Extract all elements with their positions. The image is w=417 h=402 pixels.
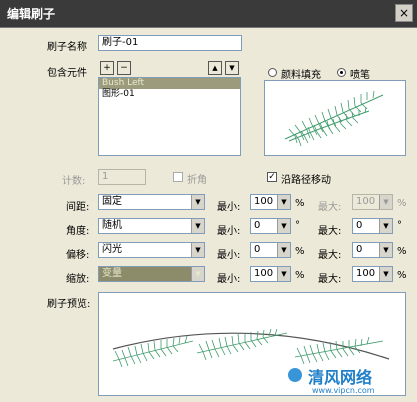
move-down-button[interactable]: ▼	[225, 61, 239, 75]
watermark-logo-icon	[288, 368, 302, 382]
list-item[interactable]: Bush Left	[99, 78, 240, 89]
scale-min-value: 100	[254, 268, 274, 279]
fold-label: 折角	[187, 175, 207, 186]
fold-checkbox[interactable]	[173, 172, 183, 182]
offset-max-unit: %	[397, 246, 407, 257]
elements-list[interactable]: Bush Left 图形-01	[98, 77, 241, 156]
spray-radio-label: 喷笔	[350, 70, 370, 81]
fill-radio-label: 颜料填充	[281, 70, 321, 81]
scale-max-value: 100	[356, 268, 376, 279]
angle-max-select[interactable]: 0 ▼	[352, 218, 393, 234]
offset-max-label: 最大:	[318, 250, 342, 261]
title-bar: 编辑刷子 ×	[0, 0, 417, 28]
offset-label: 偏移:	[66, 250, 90, 261]
follow-path-label: 沿路径移动	[281, 175, 331, 186]
brush-preview-label: 刷子预览:	[47, 299, 91, 310]
spacing-min-select[interactable]: 100 ▼	[250, 194, 291, 210]
spacing-label: 间距:	[66, 202, 90, 213]
offset-mode-value: 闪光	[102, 244, 122, 255]
brush-name-input[interactable]: 刷子-01	[98, 35, 242, 51]
chevron-down-icon[interactable]: ▼	[277, 195, 290, 209]
angle-min-value: 0	[254, 220, 261, 231]
count-input[interactable]: 1	[98, 169, 146, 185]
chevron-down-icon[interactable]: ▼	[191, 219, 204, 233]
watermark-brand: 清风网络	[308, 368, 373, 387]
contains-elements-label: 包含元件	[47, 68, 87, 79]
offset-min-select[interactable]: 0 ▼	[250, 242, 291, 258]
offset-min-label: 最小:	[217, 250, 241, 261]
follow-path-checkbox[interactable]: ✓	[267, 172, 277, 182]
angle-max-unit: °	[397, 220, 402, 231]
scale-max-select[interactable]: 100 ▼	[352, 266, 393, 282]
chevron-down-icon[interactable]: ▼	[379, 267, 392, 281]
spacing-max-label: 最大:	[318, 202, 342, 213]
angle-max-label: 最大:	[318, 226, 342, 237]
scale-max-unit: %	[397, 270, 407, 281]
angle-min-unit: °	[295, 220, 300, 231]
chevron-down-icon[interactable]: ▼	[277, 243, 290, 257]
chevron-down-icon[interactable]: ▼	[277, 219, 290, 233]
offset-mode-select[interactable]: 闪光 ▼	[98, 242, 205, 258]
chevron-down-icon[interactable]: ▼	[379, 219, 392, 233]
close-icon[interactable]: ×	[395, 4, 413, 22]
chevron-down-icon[interactable]: ▼	[191, 243, 204, 257]
spacing-min-label: 最小:	[217, 202, 241, 213]
element-preview	[264, 80, 406, 156]
spacing-mode-select[interactable]: 固定 ▼	[98, 194, 205, 210]
offset-min-unit: %	[295, 246, 305, 257]
chevron-down-icon[interactable]: ▼	[191, 267, 204, 281]
chevron-down-icon[interactable]: ▼	[277, 267, 290, 281]
spacing-min-value: 100	[254, 196, 274, 207]
angle-mode-value: 随机	[102, 220, 122, 231]
spacing-max-select[interactable]: 100 ▼	[352, 194, 393, 210]
spacing-max-unit: %	[397, 198, 407, 209]
watermark-url: www.vipcn.com	[312, 386, 375, 395]
scale-mode-select[interactable]: 变量 ▼	[98, 266, 205, 282]
scale-mode-value: 变量	[102, 268, 122, 279]
angle-max-value: 0	[356, 220, 363, 231]
fill-radio[interactable]	[268, 68, 277, 77]
offset-max-select[interactable]: 0 ▼	[352, 242, 393, 258]
angle-mode-select[interactable]: 随机 ▼	[98, 218, 205, 234]
spacing-min-unit: %	[295, 198, 305, 209]
remove-element-button[interactable]: −	[117, 61, 131, 75]
chevron-down-icon[interactable]: ▼	[191, 195, 204, 209]
offset-max-value: 0	[356, 244, 363, 255]
move-up-button[interactable]: ▲	[208, 61, 222, 75]
angle-min-label: 最小:	[217, 226, 241, 237]
add-element-button[interactable]: +	[100, 61, 114, 75]
offset-min-value: 0	[254, 244, 261, 255]
leaf-brush-sprig-icon	[284, 90, 384, 147]
scale-min-label: 最小:	[217, 274, 241, 285]
spray-radio[interactable]	[337, 68, 346, 77]
scale-label: 缩放:	[66, 274, 90, 285]
angle-label: 角度:	[66, 226, 90, 237]
spacing-max-value: 100	[356, 196, 376, 207]
list-item[interactable]: 图形-01	[99, 89, 240, 100]
scale-max-label: 最大:	[318, 274, 342, 285]
window-title: 编辑刷子	[7, 7, 56, 21]
spacing-mode-value: 固定	[102, 196, 122, 207]
chevron-down-icon[interactable]: ▼	[379, 195, 392, 209]
chevron-down-icon[interactable]: ▼	[379, 243, 392, 257]
scale-min-select[interactable]: 100 ▼	[250, 266, 291, 282]
scale-min-unit: %	[295, 270, 305, 281]
count-label: 计数:	[62, 176, 86, 187]
brush-name-label: 刷子名称	[47, 42, 87, 53]
angle-min-select[interactable]: 0 ▼	[250, 218, 291, 234]
